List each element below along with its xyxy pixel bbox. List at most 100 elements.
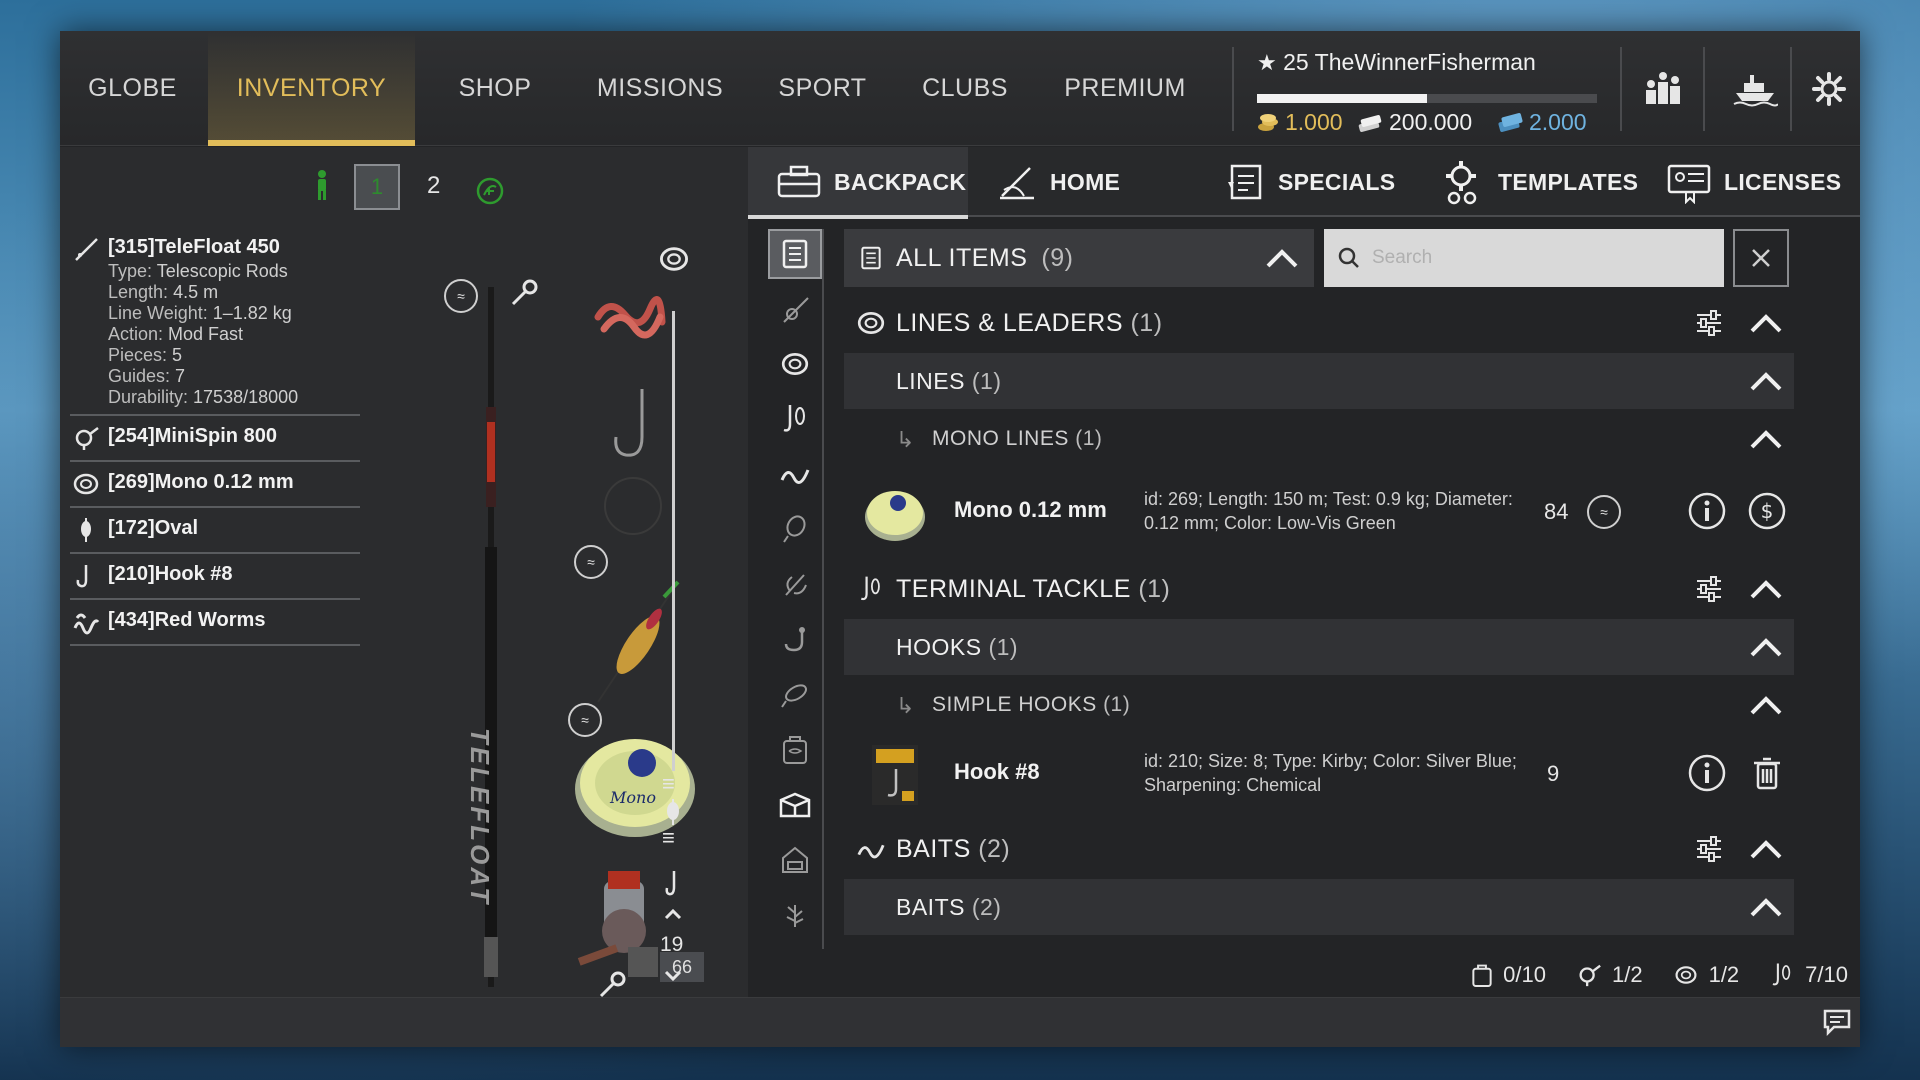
tab-globe[interactable]: GLOBE: [60, 31, 205, 146]
tab-inventory[interactable]: INVENTORY: [208, 31, 415, 146]
open-box-icon: [779, 792, 811, 818]
tackle-rod[interactable]: [315]TeleFloat 450 Type: Telescopic Rods…: [70, 227, 360, 416]
reel-capacity: 1/2: [1576, 962, 1643, 988]
category-terminal-tackle-button[interactable]: [768, 394, 822, 444]
sell-icon[interactable]: $: [1747, 491, 1787, 531]
capacity-value: 7/10: [1805, 962, 1848, 987]
filter-icon[interactable]: [1694, 575, 1724, 603]
category-jig-button[interactable]: [768, 614, 822, 664]
clear-search-button[interactable]: [1733, 229, 1789, 287]
section-lines[interactable]: LINES (1): [844, 353, 1794, 409]
category-boxes-button[interactable]: [768, 779, 822, 829]
rod-slot-2[interactable]: 2: [427, 172, 440, 200]
leader-image[interactable]: [598, 471, 668, 541]
detail-key: Length:: [108, 282, 169, 302]
repair-item-button[interactable]: ≈: [1587, 495, 1621, 529]
category-all-button[interactable]: [768, 229, 822, 279]
item-row-mono-line[interactable]: Mono 0.12 mm id: 269; Length: 150 m; Tes…: [844, 469, 1794, 557]
chat-icon[interactable]: [1822, 1008, 1852, 1036]
category-lures-button[interactable]: [768, 504, 822, 554]
tab-templates[interactable]: TEMPLATES: [1436, 147, 1646, 217]
tab-premium[interactable]: PREMIUM: [1040, 31, 1210, 146]
category-rods-button[interactable]: [768, 284, 822, 334]
search-icon: [1338, 247, 1359, 268]
float-image[interactable]: [586, 577, 686, 707]
chevron-up-icon[interactable]: [1748, 835, 1784, 863]
section-terminal-tackle[interactable]: TERMINAL TACKLE (1): [844, 561, 1794, 617]
red-worms-image[interactable]: [590, 287, 670, 347]
line-spool-icon[interactable]: [658, 243, 690, 275]
tackle-line[interactable]: [269]Mono 0.12 mm: [70, 462, 360, 508]
filter-icon[interactable]: [1694, 309, 1724, 337]
tackle-reel[interactable]: [254]MiniSpin 800: [70, 416, 360, 462]
category-misc-button[interactable]: [768, 889, 822, 939]
section-baits-sub[interactable]: BAITS (2): [844, 879, 1794, 935]
all-items-label: ALL ITEMS: [896, 243, 1028, 272]
tab-label: PREMIUM: [1064, 74, 1186, 102]
trash-icon[interactable]: [1747, 753, 1787, 793]
wrench-icon[interactable]: [508, 277, 540, 309]
tab-home[interactable]: HOME: [996, 147, 1146, 217]
section-baits[interactable]: BAITS (2): [844, 821, 1794, 877]
subcategory-arrow-icon: ↳: [896, 427, 915, 452]
section-mono-lines[interactable]: ↳ MONO LINES (1): [844, 411, 1794, 467]
category-bags-button[interactable]: [768, 724, 822, 774]
tab-backpack[interactable]: BACKPACK: [748, 147, 968, 219]
tab-shop[interactable]: SHOP: [425, 31, 565, 146]
tab-label: INVENTORY: [236, 74, 387, 102]
settings-button[interactable]: [1804, 64, 1854, 114]
license-icon: [1667, 164, 1711, 204]
chevron-up-icon[interactable]: [1264, 244, 1300, 272]
inventory-window: GLOBE INVENTORY SHOP MISSIONS SPORT CLUB…: [60, 31, 1860, 1047]
info-icon[interactable]: [1687, 491, 1727, 531]
tackle-name: [172]Oval: [108, 517, 199, 539]
tab-licenses[interactable]: LICENSES: [1666, 147, 1856, 217]
chevron-up-icon[interactable]: [1748, 575, 1784, 603]
rod-slot-1[interactable]: 1: [354, 164, 400, 210]
rod-reel-icon: [783, 297, 809, 323]
category-wobblers-button[interactable]: [768, 669, 822, 719]
chevron-up-icon[interactable]: [1748, 893, 1784, 921]
hook-image[interactable]: [608, 385, 658, 465]
boat-button[interactable]: [1720, 64, 1790, 114]
chevron-up-icon[interactable]: [1748, 691, 1784, 719]
info-icon[interactable]: [1687, 753, 1727, 793]
tackle-hook[interactable]: [210]Hook #8: [70, 554, 360, 600]
repair-float-button[interactable]: ≈: [574, 545, 608, 579]
category-flies-button[interactable]: [768, 559, 822, 609]
leaf-icon[interactable]: [476, 177, 504, 205]
section-count: (1): [1130, 308, 1163, 337]
credits-balance: 2.000: [1497, 109, 1587, 136]
tab-missions[interactable]: MISSIONS: [570, 31, 750, 146]
category-baits-button[interactable]: [768, 449, 822, 499]
section-lines-leaders[interactable]: LINES & LEADERS (1): [844, 295, 1794, 351]
leaderboard-button[interactable]: [1638, 64, 1688, 114]
item-description: id: 269; Length: 150 m; Test: 0.9 kg; Di…: [1144, 489, 1513, 533]
player-info[interactable]: ★ 25 TheWinnerFisherman 1.000 200.000 2.…: [1257, 41, 1637, 137]
chevron-up-icon[interactable]: [1748, 425, 1784, 453]
inventory-list: ALL ITEMS (9) LINES & LEADERS (1) LINES …: [844, 229, 1794, 949]
home-rod-icon: [1000, 167, 1034, 200]
spoon-lure-icon: [783, 515, 806, 543]
chevron-up-icon[interactable]: [1748, 633, 1784, 661]
tab-clubs[interactable]: CLUBS: [895, 31, 1035, 146]
subtab-label: TEMPLATES: [1498, 168, 1639, 195]
spinning-reel-image[interactable]: [568, 861, 678, 991]
tab-specials[interactable]: SPECIALS: [1224, 147, 1404, 217]
chevron-up-icon[interactable]: [1748, 309, 1784, 337]
search-input[interactable]: [1372, 247, 1692, 269]
chevron-up-icon[interactable]: [1748, 367, 1784, 395]
all-items-header[interactable]: ALL ITEMS (9): [844, 229, 1314, 287]
section-hooks[interactable]: HOOKS (1): [844, 619, 1794, 675]
filter-icon[interactable]: [1694, 835, 1724, 863]
section-simple-hooks[interactable]: ↳ SIMPLE HOOKS (1): [844, 677, 1794, 733]
item-row-hook[interactable]: Hook #8 id: 210; Size: 8; Type: Kirby; C…: [844, 731, 1794, 819]
player-level-name: ★ 25 TheWinnerFisherman: [1257, 49, 1536, 76]
category-vehicles-button[interactable]: [768, 834, 822, 884]
tackle-name: [254]MiniSpin 800: [108, 425, 277, 447]
tab-sport[interactable]: SPORT: [755, 31, 890, 146]
tackle-bait[interactable]: [434]Red Worms: [70, 600, 360, 646]
tackle-float[interactable]: [172]Oval: [70, 508, 360, 554]
float-icon: [667, 799, 679, 825]
category-lines-button[interactable]: [768, 339, 822, 389]
